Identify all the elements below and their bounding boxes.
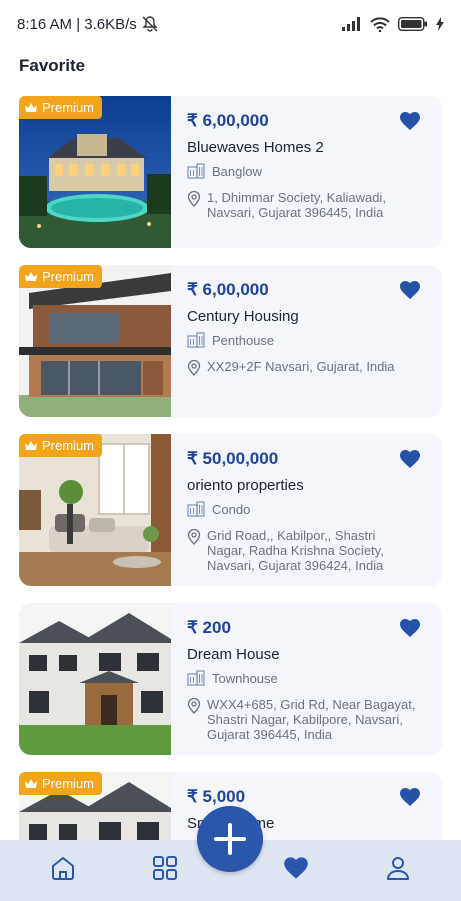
nav-profile[interactable]	[384, 854, 412, 882]
mute-icon	[141, 15, 159, 33]
building-icon	[187, 332, 205, 348]
premium-label: Premium	[42, 438, 95, 453]
property-price: ₹ 200	[187, 618, 231, 637]
grid-icon	[153, 856, 177, 880]
wifi-icon	[370, 16, 390, 32]
property-details: ₹ 6,00,000 Century Housing Penthouse XX2…	[187, 265, 442, 417]
signal-icon	[342, 17, 362, 31]
property-details: ₹ 200 Dream House Townhouse WXX4+685, Gr…	[187, 603, 442, 755]
heart-icon	[400, 281, 420, 299]
favorite-heart-button[interactable]	[396, 277, 424, 303]
premium-badge: Premium	[19, 772, 103, 795]
heart-icon	[400, 450, 420, 468]
location-pin-icon	[187, 360, 201, 376]
status-right	[342, 16, 444, 32]
favorite-heart-button[interactable]	[396, 784, 424, 810]
location-pin-icon	[187, 191, 201, 207]
property-price: ₹ 6,00,000	[187, 111, 269, 130]
premium-label: Premium	[42, 776, 95, 791]
property-card[interactable]: Premium ₹ 50,00,000 oriento properties C…	[19, 434, 442, 586]
property-card[interactable]: Premium ₹ 6,00,000 Century Housing Penth…	[19, 265, 442, 417]
property-type: Townhouse	[212, 670, 278, 686]
crown-icon	[25, 778, 37, 789]
building-icon	[187, 501, 205, 517]
property-address: XX29+2F Navsari, Gujarat, India	[207, 359, 395, 374]
property-price: ₹ 5,000	[187, 787, 246, 806]
page-title: Favorite	[19, 56, 86, 75]
property-address: WXX4+685, Grid Rd, Near Bagayat, Shastri…	[207, 697, 416, 742]
property-details: ₹ 50,00,000 oriento properties Condo Gri…	[187, 434, 442, 586]
property-name: oriento properties	[187, 477, 304, 494]
property-address-row: Grid Road,, Kabilpor,, Shastri Nagar, Ra…	[187, 528, 417, 573]
battery-icon	[398, 17, 428, 31]
property-details: ₹ 6,00,000 Bluewaves Homes 2 Banglow 1, …	[187, 96, 442, 248]
property-card[interactable]: ₹ 200 Dream House Townhouse WXX4+685, Gr…	[19, 603, 442, 755]
property-type-row: Townhouse	[187, 670, 278, 686]
premium-label: Premium	[42, 100, 95, 115]
favorite-heart-button[interactable]	[396, 446, 424, 472]
property-address-row: XX29+2F Navsari, Gujarat, India	[187, 359, 417, 376]
property-address-row: 1, Dhimmar Society, Kaliawadi, Navsari, …	[187, 190, 417, 220]
premium-badge: Premium	[19, 265, 103, 288]
add-property-button[interactable]	[197, 806, 263, 872]
heart-icon	[400, 619, 420, 637]
crown-icon	[25, 102, 37, 113]
property-address: Grid Road,, Kabilpor,, Shastri Nagar, Ra…	[207, 528, 384, 573]
nav-grid[interactable]	[151, 854, 179, 882]
property-type: Banglow	[212, 163, 262, 179]
charging-icon	[436, 17, 444, 31]
location-pin-icon	[187, 529, 201, 545]
heart-icon	[284, 857, 308, 879]
status-time-network: 8:16 AM | 3.6KB/s	[17, 15, 137, 33]
plus-icon	[214, 823, 246, 855]
property-name: Dream House	[187, 646, 280, 663]
property-type-row: Penthouse	[187, 332, 274, 348]
favorite-heart-button[interactable]	[396, 615, 424, 641]
favorites-screen: 8:16 AM | 3.6KB/s Favorite Premium ₹ 6,0…	[0, 0, 461, 901]
property-type-row: Condo	[187, 501, 250, 517]
premium-badge: Premium	[19, 434, 103, 457]
heart-icon	[400, 788, 420, 806]
property-address: 1, Dhimmar Society, Kaliawadi, Navsari, …	[207, 190, 386, 220]
building-icon	[187, 163, 205, 179]
property-price: ₹ 6,00,000	[187, 280, 269, 299]
premium-label: Premium	[42, 269, 95, 284]
property-type: Condo	[212, 501, 251, 517]
home-icon	[52, 857, 74, 880]
favorite-heart-button[interactable]	[396, 108, 424, 134]
property-price: ₹ 50,00,000	[187, 449, 279, 468]
property-address-row: WXX4+685, Grid Rd, Near Bagayat, Shastri…	[187, 697, 417, 742]
property-card[interactable]: Premium ₹ 6,00,000 Bluewaves Homes 2 Ban…	[19, 96, 442, 248]
property-type-row: Banglow	[187, 163, 262, 179]
profile-icon	[387, 857, 409, 880]
status-left: 8:16 AM | 3.6KB/s	[17, 15, 159, 33]
nav-home[interactable]	[49, 854, 77, 882]
status-bar: 8:16 AM | 3.6KB/s	[0, 0, 461, 48]
property-type: Penthouse	[212, 332, 275, 348]
crown-icon	[25, 440, 37, 451]
building-icon	[187, 670, 205, 686]
location-pin-icon	[187, 698, 201, 714]
property-name: Bluewaves Homes 2	[187, 139, 324, 156]
property-name: Century Housing	[187, 308, 299, 325]
property-image	[19, 603, 171, 755]
crown-icon	[25, 271, 37, 282]
heart-icon	[400, 112, 420, 130]
nav-favorites[interactable]	[282, 854, 310, 882]
premium-badge: Premium	[19, 96, 103, 119]
